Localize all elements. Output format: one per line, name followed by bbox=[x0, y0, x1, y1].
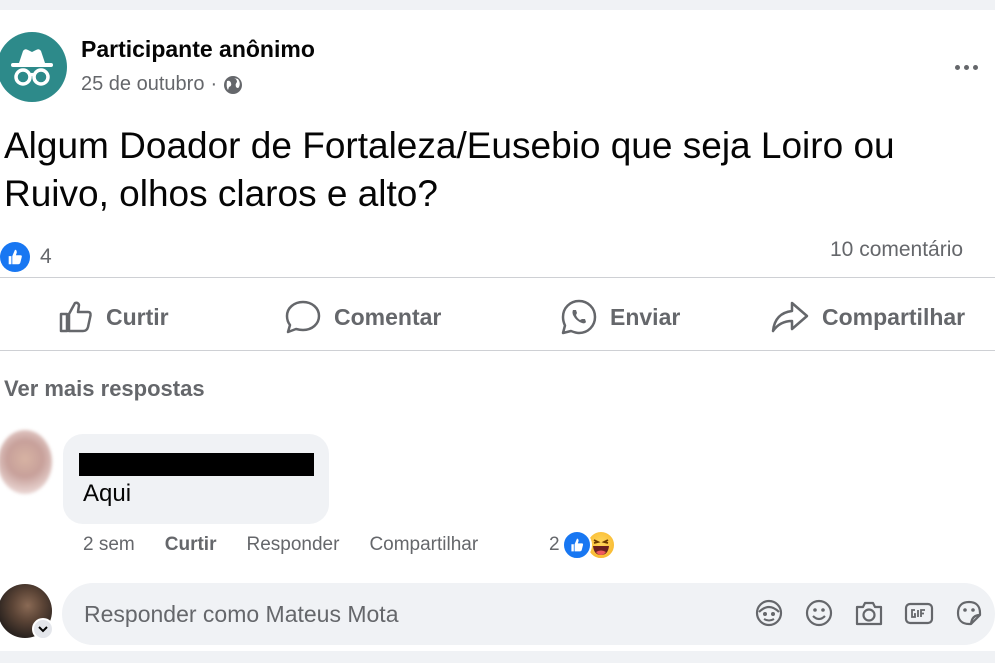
more-options-icon bbox=[954, 64, 960, 70]
post-meta: 25 de outubro · bbox=[81, 73, 243, 96]
comment-label: Comentar bbox=[334, 303, 442, 330]
comment-reactions[interactable]: 2 bbox=[549, 530, 616, 560]
comment-button[interactable]: Comentar bbox=[284, 282, 441, 352]
divider-bottom bbox=[0, 350, 995, 351]
comment-share-button[interactable]: Compartilhar bbox=[369, 534, 478, 556]
comments-count[interactable]: 10 comentário bbox=[830, 238, 963, 262]
comment-like-button[interactable]: Curtir bbox=[165, 534, 217, 556]
sticker-icon[interactable] bbox=[952, 596, 986, 630]
whatsapp-icon bbox=[561, 299, 597, 335]
post-text: Algum Doador de Fortaleza/Eusebio que se… bbox=[4, 125, 895, 214]
more-options-button[interactable] bbox=[945, 52, 987, 82]
share-button[interactable]: Compartilhar bbox=[770, 282, 965, 352]
post-date[interactable]: 25 de outubro bbox=[81, 73, 204, 96]
comment-bubble bbox=[63, 434, 329, 524]
like-reaction-icon bbox=[0, 242, 30, 272]
share-icon bbox=[771, 301, 809, 333]
send-label: Enviar bbox=[610, 303, 681, 330]
commenter-avatar[interactable] bbox=[0, 430, 52, 494]
divider-top bbox=[0, 277, 995, 278]
see-more-replies[interactable]: Ver mais respostas bbox=[4, 376, 205, 402]
comment-icon bbox=[285, 300, 321, 334]
comment-reaction-count: 2 bbox=[549, 534, 560, 555]
anonymous-avatar[interactable] bbox=[0, 32, 67, 102]
incognito-icon bbox=[11, 49, 53, 86]
comment-time[interactable]: 2 sem bbox=[83, 534, 135, 556]
comment-text: Aqui bbox=[83, 480, 132, 507]
reply-tools bbox=[752, 596, 986, 630]
globe-icon bbox=[224, 75, 243, 94]
reaction-count: 4 bbox=[40, 245, 52, 268]
reply-input[interactable] bbox=[84, 594, 724, 634]
camera-icon[interactable] bbox=[852, 596, 886, 630]
redacted-commenter-name bbox=[79, 453, 314, 476]
post-actions: Curtir Comentar Enviar Compartilhar bbox=[0, 282, 995, 352]
like-reaction-icon bbox=[561, 530, 592, 560]
meta-separator: · bbox=[210, 73, 218, 95]
send-button[interactable]: Enviar bbox=[560, 282, 680, 352]
post-card: Participante anônimo 25 de outubro · Alg… bbox=[0, 10, 995, 651]
comment-actions: 2 sem Curtir Responder Compartilhar bbox=[83, 534, 508, 556]
share-label: Compartilhar bbox=[822, 303, 966, 330]
like-label: Curtir bbox=[106, 303, 169, 330]
gif-icon[interactable] bbox=[902, 596, 936, 630]
thumbs-up-icon bbox=[59, 301, 92, 333]
comment-reply-button[interactable]: Responder bbox=[246, 534, 339, 556]
like-button[interactable]: Curtir bbox=[58, 282, 169, 352]
post-reactions[interactable]: 4 bbox=[0, 242, 52, 272]
post-author[interactable]: Participante anônimo bbox=[81, 36, 315, 63]
avatar-sticker-icon[interactable] bbox=[752, 596, 786, 630]
emoji-icon[interactable] bbox=[802, 596, 836, 630]
chevron-down-icon[interactable] bbox=[32, 618, 54, 640]
